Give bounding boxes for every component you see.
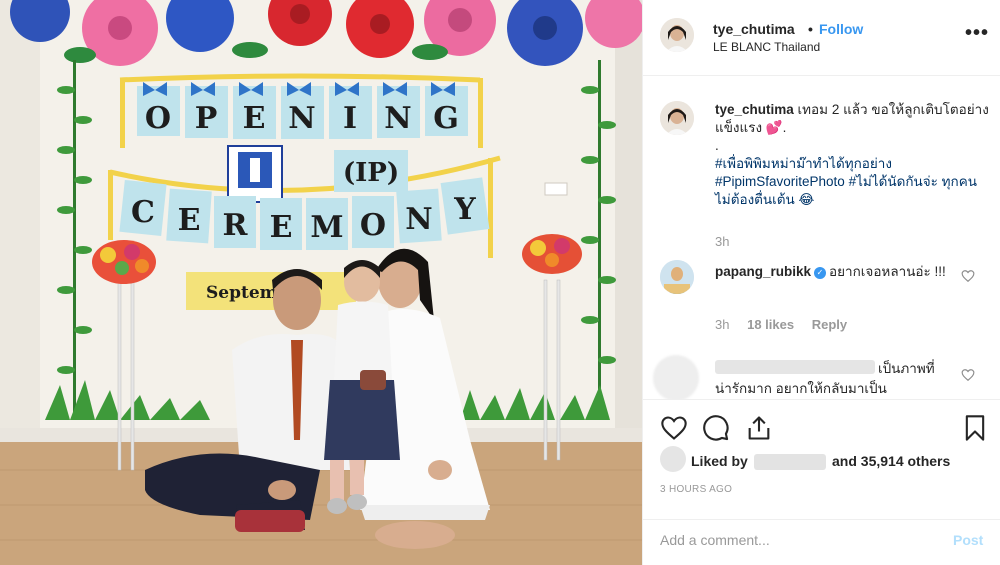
like-comment-heart-icon[interactable] bbox=[961, 269, 975, 283]
banner-letter: E bbox=[243, 101, 266, 136]
post-actions: Liked by and 35,914 others 3 HOURS AGO bbox=[643, 399, 1000, 519]
comments-list[interactable]: tye_chutima เทอม 2 แล้ว ขอให้ลูกเติบโตอย… bbox=[643, 77, 1000, 399]
comment-input[interactable] bbox=[660, 532, 920, 548]
banner-letter: P bbox=[195, 101, 218, 136]
comment-body: papang_rubikk ✓ อยากเจอหลานอ่ะ !!! bbox=[715, 262, 955, 281]
post-timestamp[interactable]: 3 HOURS AGO bbox=[660, 484, 732, 495]
add-comment-bar: Post bbox=[643, 519, 1000, 565]
comment-meta: 3h 18 likes Reply bbox=[715, 317, 861, 332]
more-options-icon[interactable]: ••• bbox=[965, 22, 989, 45]
commenter-username[interactable]: papang_rubikk bbox=[715, 264, 811, 279]
banner-letter: Y bbox=[453, 192, 476, 227]
banner-opening: O P E N I N G bbox=[137, 82, 468, 139]
follow-button[interactable]: Follow bbox=[819, 21, 863, 37]
banner-letter: O bbox=[145, 101, 171, 136]
liked-by-label: Liked by bbox=[691, 453, 748, 469]
banner-letter: O bbox=[360, 208, 386, 243]
banner-letter: R bbox=[223, 208, 249, 243]
banner-letter: E bbox=[178, 203, 201, 238]
caption-avatar[interactable] bbox=[660, 101, 694, 135]
caption: tye_chutima เทอม 2 แล้ว ขอให้ลูกเติบโตอย… bbox=[715, 101, 990, 209]
author-avatar[interactable] bbox=[660, 18, 694, 52]
blurred-liker-name[interactable] bbox=[754, 454, 826, 470]
banner-letter: I bbox=[343, 101, 357, 136]
commenter-avatar[interactable] bbox=[660, 260, 694, 294]
photo-illustration: O P E N I N G (IP) C E R E M O N Y Septe… bbox=[0, 0, 642, 565]
banner-ip: (IP) bbox=[343, 158, 399, 188]
location-link[interactable]: LE BLANC Thailand bbox=[713, 40, 820, 54]
blurred-username bbox=[715, 360, 875, 374]
banner-letter: N bbox=[288, 101, 315, 136]
banner-letter: C bbox=[131, 195, 155, 230]
comment-timestamp[interactable]: 3h bbox=[715, 317, 729, 332]
bookmark-icon[interactable] bbox=[961, 414, 989, 442]
like-comment-heart-icon[interactable] bbox=[961, 368, 975, 382]
post-side-panel: tye_chutima • Follow LE BLANC Thailand •… bbox=[642, 0, 1000, 565]
share-icon[interactable] bbox=[745, 414, 773, 442]
reply-button[interactable]: Reply bbox=[812, 317, 847, 332]
likes-count[interactable]: and 35,914 others bbox=[832, 453, 950, 469]
banner-letter: M bbox=[310, 210, 343, 245]
comment-bubble-icon[interactable] bbox=[702, 414, 730, 442]
caption-dot: . bbox=[715, 138, 719, 153]
liker-avatar[interactable] bbox=[660, 446, 686, 472]
comment-text: เป็นภาพที่ bbox=[878, 361, 935, 376]
comment-likes[interactable]: 18 likes bbox=[747, 317, 794, 332]
comment-text: อยากเจอหลานอ่ะ !!! bbox=[829, 264, 946, 279]
post-comment-button[interactable]: Post bbox=[953, 532, 983, 548]
author-username[interactable]: tye_chutima bbox=[713, 21, 795, 37]
banner-letter: E bbox=[270, 210, 293, 245]
hashtag-link[interactable]: #PipimSfavoritePhoto bbox=[715, 174, 845, 189]
blurred-avatar[interactable] bbox=[653, 355, 699, 399]
verified-badge-icon: ✓ bbox=[814, 267, 827, 279]
separator-dot: • bbox=[808, 21, 813, 37]
post-header: tye_chutima • Follow LE BLANC Thailand •… bbox=[643, 0, 1000, 76]
banner-letter: G bbox=[433, 101, 459, 136]
post-photo[interactable]: O P E N I N G (IP) C E R E M O N Y Septe… bbox=[0, 0, 642, 565]
comment-text: น่ารักมาก อยากให้กลับมาเป็น bbox=[715, 381, 887, 396]
caption-username[interactable]: tye_chutima bbox=[715, 102, 794, 117]
like-heart-icon[interactable] bbox=[660, 414, 688, 442]
hashtag-link[interactable]: #เพื่อพิพิมหม่าม๊าทำได้ทุกอย่าง bbox=[715, 156, 892, 171]
caption-timestamp[interactable]: 3h bbox=[715, 234, 729, 249]
banner-letter: N bbox=[405, 202, 432, 237]
banner-letter: N bbox=[384, 101, 411, 136]
